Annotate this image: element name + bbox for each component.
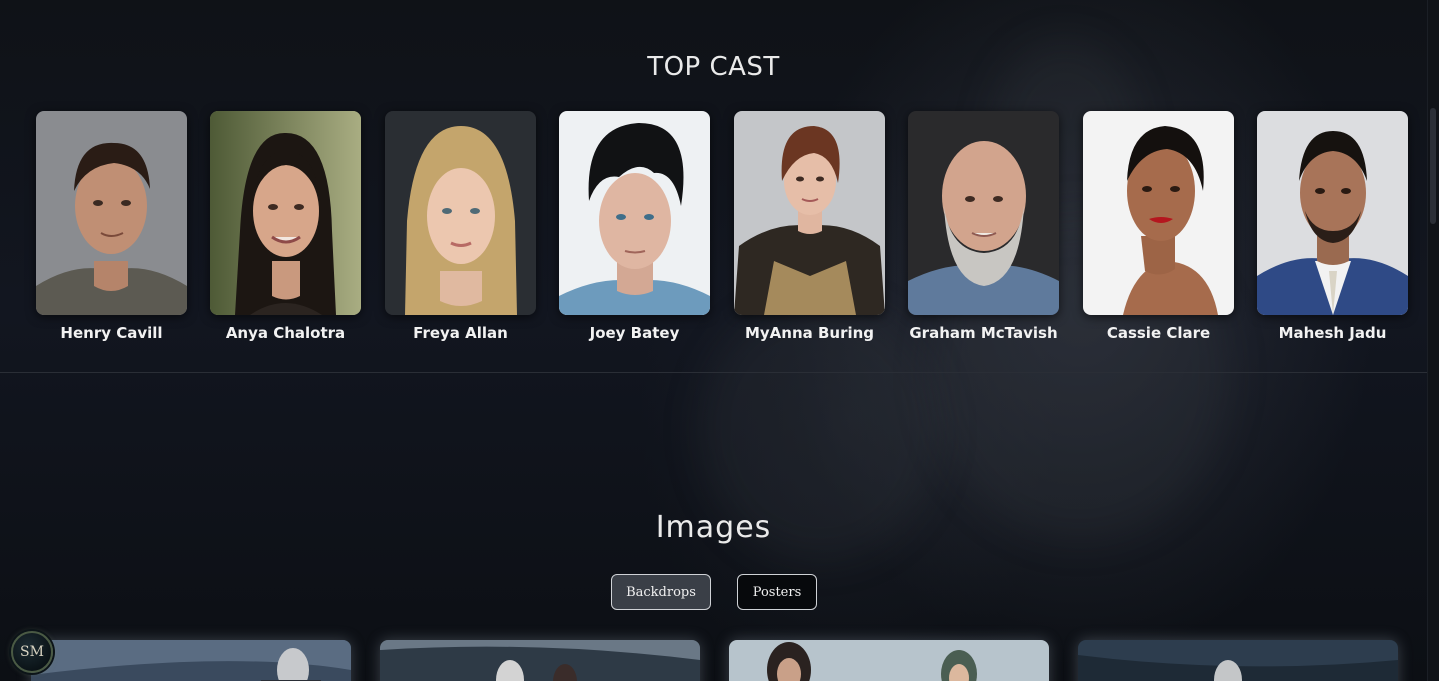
backdrop-image — [31, 640, 351, 681]
cast-name[interactable]: Graham McTavish — [908, 324, 1059, 342]
backdrop-thumbnail[interactable] — [729, 640, 1049, 681]
page: TOP CAST Henry Cavill Anya Chalotra Frey… — [0, 0, 1439, 681]
top-cast-title: TOP CAST — [647, 52, 780, 82]
cast-card[interactable]: MyAnna Buring — [734, 111, 885, 351]
images-title: Images — [655, 510, 772, 545]
portrait-image — [559, 111, 710, 315]
cast-card[interactable]: Freya Allan — [385, 111, 536, 351]
cast-photo[interactable] — [734, 111, 885, 315]
section-divider — [0, 372, 1427, 373]
cast-name[interactable]: Mahesh Jadu — [1257, 324, 1408, 342]
portrait-image — [1257, 111, 1408, 315]
backdrop-thumbnail[interactable] — [380, 640, 700, 681]
sm-logo-badge[interactable]: SM — [11, 631, 53, 673]
cast-name[interactable]: Cassie Clare — [1083, 324, 1234, 342]
cast-card[interactable]: Mahesh Jadu — [1257, 111, 1408, 351]
cast-card[interactable]: Henry Cavill — [36, 111, 187, 351]
backdrop-thumbnail[interactable] — [1078, 640, 1398, 681]
backdrop-image — [1078, 640, 1398, 681]
cast-photo[interactable] — [1257, 111, 1408, 315]
portrait-image — [908, 111, 1059, 315]
tab-backdrops[interactable]: Backdrops — [611, 574, 711, 610]
cast-name[interactable]: Henry Cavill — [36, 324, 187, 342]
scrollbar-thumb[interactable] — [1430, 108, 1436, 224]
cast-photo[interactable] — [385, 111, 536, 315]
cast-photo[interactable] — [1083, 111, 1234, 315]
cast-card[interactable]: Joey Batey — [559, 111, 710, 351]
cast-card[interactable]: Cassie Clare — [1083, 111, 1234, 351]
cast-card[interactable]: Graham McTavish — [908, 111, 1059, 351]
portrait-image — [1083, 111, 1234, 315]
cast-name[interactable]: Freya Allan — [385, 324, 536, 342]
backdrop-image — [380, 640, 700, 681]
cast-list: Henry Cavill Anya Chalotra Freya Allan J… — [0, 111, 1427, 351]
portrait-image — [385, 111, 536, 315]
backdrop-thumbnail[interactable] — [31, 640, 351, 681]
portrait-image — [210, 111, 361, 315]
cast-photo[interactable] — [559, 111, 710, 315]
backdrop-gallery — [0, 640, 1427, 681]
scrollbar-track[interactable] — [1427, 0, 1439, 681]
cast-photo[interactable] — [908, 111, 1059, 315]
portrait-image — [734, 111, 885, 315]
cast-card[interactable]: Anya Chalotra — [210, 111, 361, 351]
cast-name[interactable]: MyAnna Buring — [734, 324, 885, 342]
cast-photo[interactable] — [36, 111, 187, 315]
cast-name[interactable]: Anya Chalotra — [210, 324, 361, 342]
cast-name[interactable]: Joey Batey — [559, 324, 710, 342]
backdrop-image — [729, 640, 1049, 681]
portrait-image — [36, 111, 187, 315]
cast-photo[interactable] — [210, 111, 361, 315]
tab-posters[interactable]: Posters — [737, 574, 817, 610]
